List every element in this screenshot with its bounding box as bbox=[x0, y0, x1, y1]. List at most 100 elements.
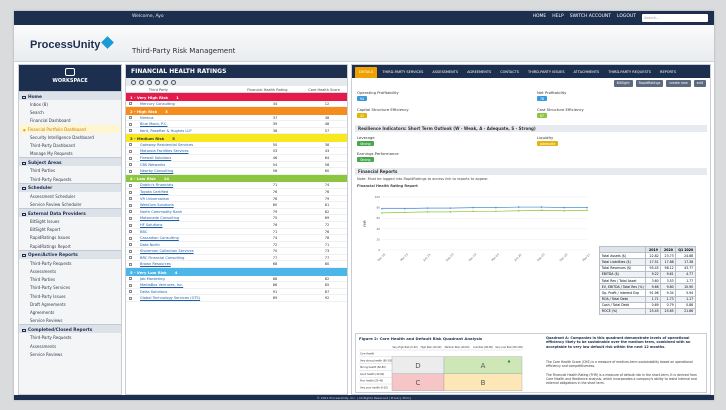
table-row[interactable]: Nimbus 37 38 bbox=[126, 115, 347, 122]
sidebar-item[interactable]: Third-Party Requests bbox=[19, 175, 121, 183]
third-party-link[interactable]: Nearby Consulting bbox=[140, 169, 238, 174]
nav-switch-account[interactable]: SWITCH ACCOUNT bbox=[570, 14, 611, 19]
row-checkbox[interactable] bbox=[129, 116, 132, 120]
table-row[interactable]: BBC 71 76 bbox=[126, 229, 347, 236]
row-checkbox[interactable] bbox=[129, 256, 132, 260]
row-checkbox[interactable] bbox=[129, 203, 132, 207]
sidebar-item[interactable]: Security Intelligence Dashboard bbox=[19, 133, 121, 141]
risk-tier-header[interactable]: 5 - Very Low Risk 4 bbox=[126, 268, 347, 276]
sidebar-item[interactable]: Assessments bbox=[19, 342, 121, 350]
row-checkbox[interactable] bbox=[129, 290, 132, 294]
sidebar-section[interactable]: Subject Areas bbox=[19, 157, 121, 167]
col-chs[interactable]: Core Health Score bbox=[304, 88, 344, 93]
risk-tier-header[interactable]: 1 - Very High Risk 1 bbox=[126, 93, 347, 101]
third-party-link[interactable]: CBS Networks bbox=[140, 163, 238, 168]
third-party-link[interactable]: VR Universalism bbox=[140, 197, 238, 202]
row-checkbox[interactable] bbox=[129, 230, 132, 234]
search-input[interactable]: Search... bbox=[642, 14, 708, 22]
third-party-link[interactable]: BRC Financial Consulting bbox=[140, 256, 238, 261]
risk-tier-header[interactable]: 4 - Low Risk 14 bbox=[126, 174, 347, 183]
sidebar-section[interactable]: External Data Providers bbox=[19, 208, 121, 218]
table-row[interactable]: Nearby Consulting 56 60 bbox=[126, 168, 347, 175]
third-party-link[interactable]: Delta Solutions bbox=[140, 290, 238, 295]
table-row[interactable]: Brown Resources 68 80 bbox=[126, 261, 347, 269]
third-party-link[interactable]: Dublin's Financials bbox=[140, 183, 238, 188]
third-party-link[interactable]: Brown Resources bbox=[140, 262, 238, 267]
sidebar-item[interactable]: Third Parties bbox=[19, 166, 121, 174]
row-checkbox[interactable] bbox=[129, 216, 132, 220]
sidebar-item[interactable]: Inbox (8) bbox=[19, 100, 121, 108]
print-icon[interactable] bbox=[171, 79, 176, 85]
row-checkbox[interactable] bbox=[129, 210, 132, 214]
row-checkbox[interactable] bbox=[129, 283, 132, 287]
third-party-link[interactable]: Global Technology Services (GTS) bbox=[140, 296, 238, 301]
sidebar-item[interactable]: Service Reviews bbox=[19, 316, 121, 324]
table-row[interactable]: WebCom Solutions 80 81 bbox=[126, 202, 347, 209]
row-checkbox[interactable] bbox=[129, 263, 132, 267]
sidebar-item[interactable]: Third-Party Issues bbox=[19, 292, 121, 300]
row-checkbox[interactable] bbox=[129, 163, 132, 167]
tab-reports[interactable]: REPORTS bbox=[656, 67, 680, 78]
third-party-link[interactable]: Data North bbox=[140, 243, 238, 248]
row-checkbox[interactable] bbox=[129, 169, 132, 173]
row-checkbox[interactable] bbox=[129, 190, 132, 194]
sidebar-item[interactable]: Assessments bbox=[19, 267, 121, 275]
table-row[interactable]: Delta Solutions 91 87 bbox=[126, 289, 347, 296]
table-row[interactable]: Toyota Certified 76 76 bbox=[126, 189, 347, 196]
table-row[interactable]: MediaBox Ventures, Inc. 86 85 bbox=[126, 282, 347, 289]
tab-third-party-requests[interactable]: THIRD-PARTY REQUESTS bbox=[604, 67, 655, 78]
sidebar-section[interactable]: Scheduler bbox=[19, 182, 121, 192]
table-row[interactable]: Gateway Residential Services 50 38 bbox=[126, 142, 347, 149]
table-row[interactable]: Cascadian Consulting 74 78 bbox=[126, 235, 347, 242]
sidebar-item[interactable]: Service Review Scheduler bbox=[19, 200, 121, 208]
sidebar-item[interactable]: BitSight Issues bbox=[19, 217, 121, 225]
tab-agreements[interactable]: AGREEMENTS bbox=[463, 67, 495, 78]
nav-logout[interactable]: LOGOUT bbox=[617, 14, 636, 19]
table-row[interactable]: North Commodity Bank 79 82 bbox=[126, 209, 347, 216]
table-row[interactable]: Jab Marketing 88 82 bbox=[126, 276, 347, 283]
table-row[interactable]: Dublin's Financials 71 74 bbox=[126, 182, 347, 189]
tab-contacts[interactable]: CONTACTS bbox=[496, 67, 523, 78]
tab-third-party-services[interactable]: THIRD-PARTY SERVICES bbox=[378, 67, 427, 78]
col-third-party[interactable]: Third Party bbox=[149, 88, 231, 93]
tab-details[interactable]: DETAILS bbox=[355, 67, 378, 78]
sidebar-item[interactable]: Agreements bbox=[19, 308, 121, 316]
third-party-link[interactable]: Motorcade Consulting bbox=[140, 216, 238, 221]
row-checkbox[interactable] bbox=[129, 102, 132, 106]
row-checkbox[interactable] bbox=[129, 122, 132, 126]
third-party-link[interactable]: BBC bbox=[140, 230, 238, 235]
tab-third-party-issues[interactable]: THIRD-PARTY ISSUES bbox=[524, 67, 569, 78]
third-party-link[interactable]: WebCom Solutions bbox=[140, 203, 238, 208]
row-checkbox[interactable] bbox=[129, 143, 132, 147]
risk-tier-header[interactable]: 2 - High Risk 3 bbox=[126, 107, 347, 115]
table-row[interactable]: BRC Financial Consulting 77 77 bbox=[126, 255, 347, 262]
tab-assessments[interactable]: ASSESSMENTS bbox=[428, 67, 462, 78]
export-icon[interactable] bbox=[163, 79, 168, 85]
sidebar-item[interactable]: Third-Party Requests bbox=[19, 333, 121, 341]
third-party-link[interactable]: Nimbus bbox=[140, 116, 238, 121]
table-row[interactable]: Blue Moon, P.C. 39 48 bbox=[126, 121, 347, 128]
table-row[interactable]: Mercury Consulting 34 12 bbox=[126, 101, 347, 108]
third-party-link[interactable]: Firewall Solutions bbox=[140, 156, 238, 161]
sidebar-item[interactable]: Third-Party Requests bbox=[19, 259, 121, 267]
table-row[interactable]: VR Universalism 76 79 bbox=[126, 196, 347, 203]
sidebar-item[interactable]: Third-Party Dashboard bbox=[19, 141, 121, 149]
table-row[interactable]: HF Solutions 76 72 bbox=[126, 222, 347, 229]
sidebar-section[interactable]: Home bbox=[19, 91, 121, 100]
third-party-link[interactable]: Toyota Certified bbox=[140, 190, 238, 195]
refresh-icon[interactable] bbox=[139, 79, 144, 85]
table-row[interactable]: Kent, Rosetter & Hughes LLP 38 57 bbox=[126, 128, 347, 135]
row-checkbox[interactable] bbox=[129, 129, 132, 133]
sidebar-item[interactable]: Third Parties bbox=[19, 275, 121, 283]
settings-icon[interactable] bbox=[155, 79, 160, 85]
table-row[interactable]: Motorcade Consulting 75 69 bbox=[126, 215, 347, 222]
edit-button[interactable]: edit bbox=[693, 80, 706, 87]
add-icon[interactable] bbox=[131, 79, 136, 85]
sidebar-item[interactable]: Financial Dashboard bbox=[19, 116, 121, 124]
risk-tier-header[interactable]: 3 - Medium Risk 5 bbox=[126, 134, 347, 142]
third-party-link[interactable]: Kent, Rosetter & Hughes LLP bbox=[140, 129, 238, 134]
table-row[interactable]: Global Technology Services (GTS) 89 92 bbox=[126, 295, 347, 302]
sidebar-item[interactable]: Assessment Scheduler bbox=[19, 192, 121, 200]
third-party-link[interactable]: North Commodity Bank bbox=[140, 210, 238, 215]
table-row[interactable]: Motorola Facilities Services 53 43 bbox=[126, 148, 347, 156]
